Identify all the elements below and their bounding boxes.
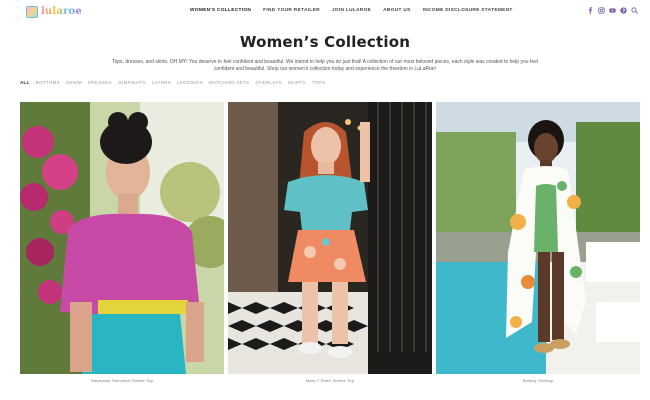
filter-layers[interactable]: LAYERS xyxy=(152,80,171,85)
site-header: lularoe WOMEN'S COLLECTION FIND YOUR RET… xyxy=(0,0,650,24)
product-card[interactable]: Stephanie Smocked Sleeve Top xyxy=(20,102,224,392)
filter-denim[interactable]: DENIM xyxy=(66,80,82,85)
instagram-icon[interactable] xyxy=(598,7,605,14)
youtube-icon[interactable] xyxy=(609,7,616,14)
product-photo-image xyxy=(20,102,224,374)
search-icon[interactable] xyxy=(631,7,638,14)
product-name[interactable]: Stephanie Smocked Sleeve Top xyxy=(20,378,224,383)
logo-text: lularoe xyxy=(40,6,82,17)
category-filters: ALL BOTTOMS DENIM DRESSES JUMPSUITS LAYE… xyxy=(20,80,325,85)
logo[interactable]: lularoe xyxy=(26,4,82,19)
main-nav: WOMEN'S COLLECTION FIND YOUR RETAILER JO… xyxy=(190,8,513,13)
filter-tops[interactable]: TOPS xyxy=(312,80,325,85)
page-title: Women’s Collection xyxy=(239,33,411,51)
product-photo-image xyxy=(436,102,640,374)
product-name[interactable]: Mary T Short Sleeve Top xyxy=(228,378,432,383)
product-name[interactable]: Breezy Overlay xyxy=(436,378,640,383)
facebook-icon[interactable] xyxy=(587,7,594,14)
nav-income-disclosure[interactable]: INCOME DISCLOSURE STATEMENT xyxy=(423,8,513,13)
filter-skirts[interactable]: SKIRTS xyxy=(288,80,306,85)
filter-overlays[interactable]: OVERLAYS xyxy=(255,80,281,85)
product-photo[interactable] xyxy=(20,102,224,374)
product-card[interactable]: Mary T Short Sleeve Top xyxy=(228,102,432,392)
product-grid: Stephanie Smocked Sleeve Top Mary T Shor… xyxy=(20,102,640,392)
logo-mark-icon xyxy=(26,5,38,18)
page-intro: Tops, dresses, and skirts. OH MY! You de… xyxy=(112,59,538,72)
filter-dresses[interactable]: DRESSES xyxy=(88,80,112,85)
filter-leggings[interactable]: LEGGINGS xyxy=(177,80,203,85)
pinterest-icon[interactable] xyxy=(620,7,627,14)
product-card[interactable]: Breezy Overlay xyxy=(436,102,640,392)
product-photo[interactable] xyxy=(436,102,640,374)
social-links xyxy=(587,7,638,14)
product-photo-image xyxy=(228,102,432,374)
filter-all[interactable]: ALL xyxy=(20,80,30,85)
filter-jumpsuits[interactable]: JUMPSUITS xyxy=(118,80,146,85)
product-photo[interactable] xyxy=(228,102,432,374)
filter-matching-sets[interactable]: MATCHING SETS xyxy=(209,80,250,85)
filter-bottoms[interactable]: BOTTOMS xyxy=(36,80,60,85)
nav-find-your-retailer[interactable]: FIND YOUR RETAILER xyxy=(263,8,320,13)
nav-join-lularoe[interactable]: JOIN LULAROE xyxy=(332,8,371,13)
nav-about-us[interactable]: ABOUT US xyxy=(383,8,410,13)
nav-womens-collection[interactable]: WOMEN'S COLLECTION xyxy=(190,8,251,13)
